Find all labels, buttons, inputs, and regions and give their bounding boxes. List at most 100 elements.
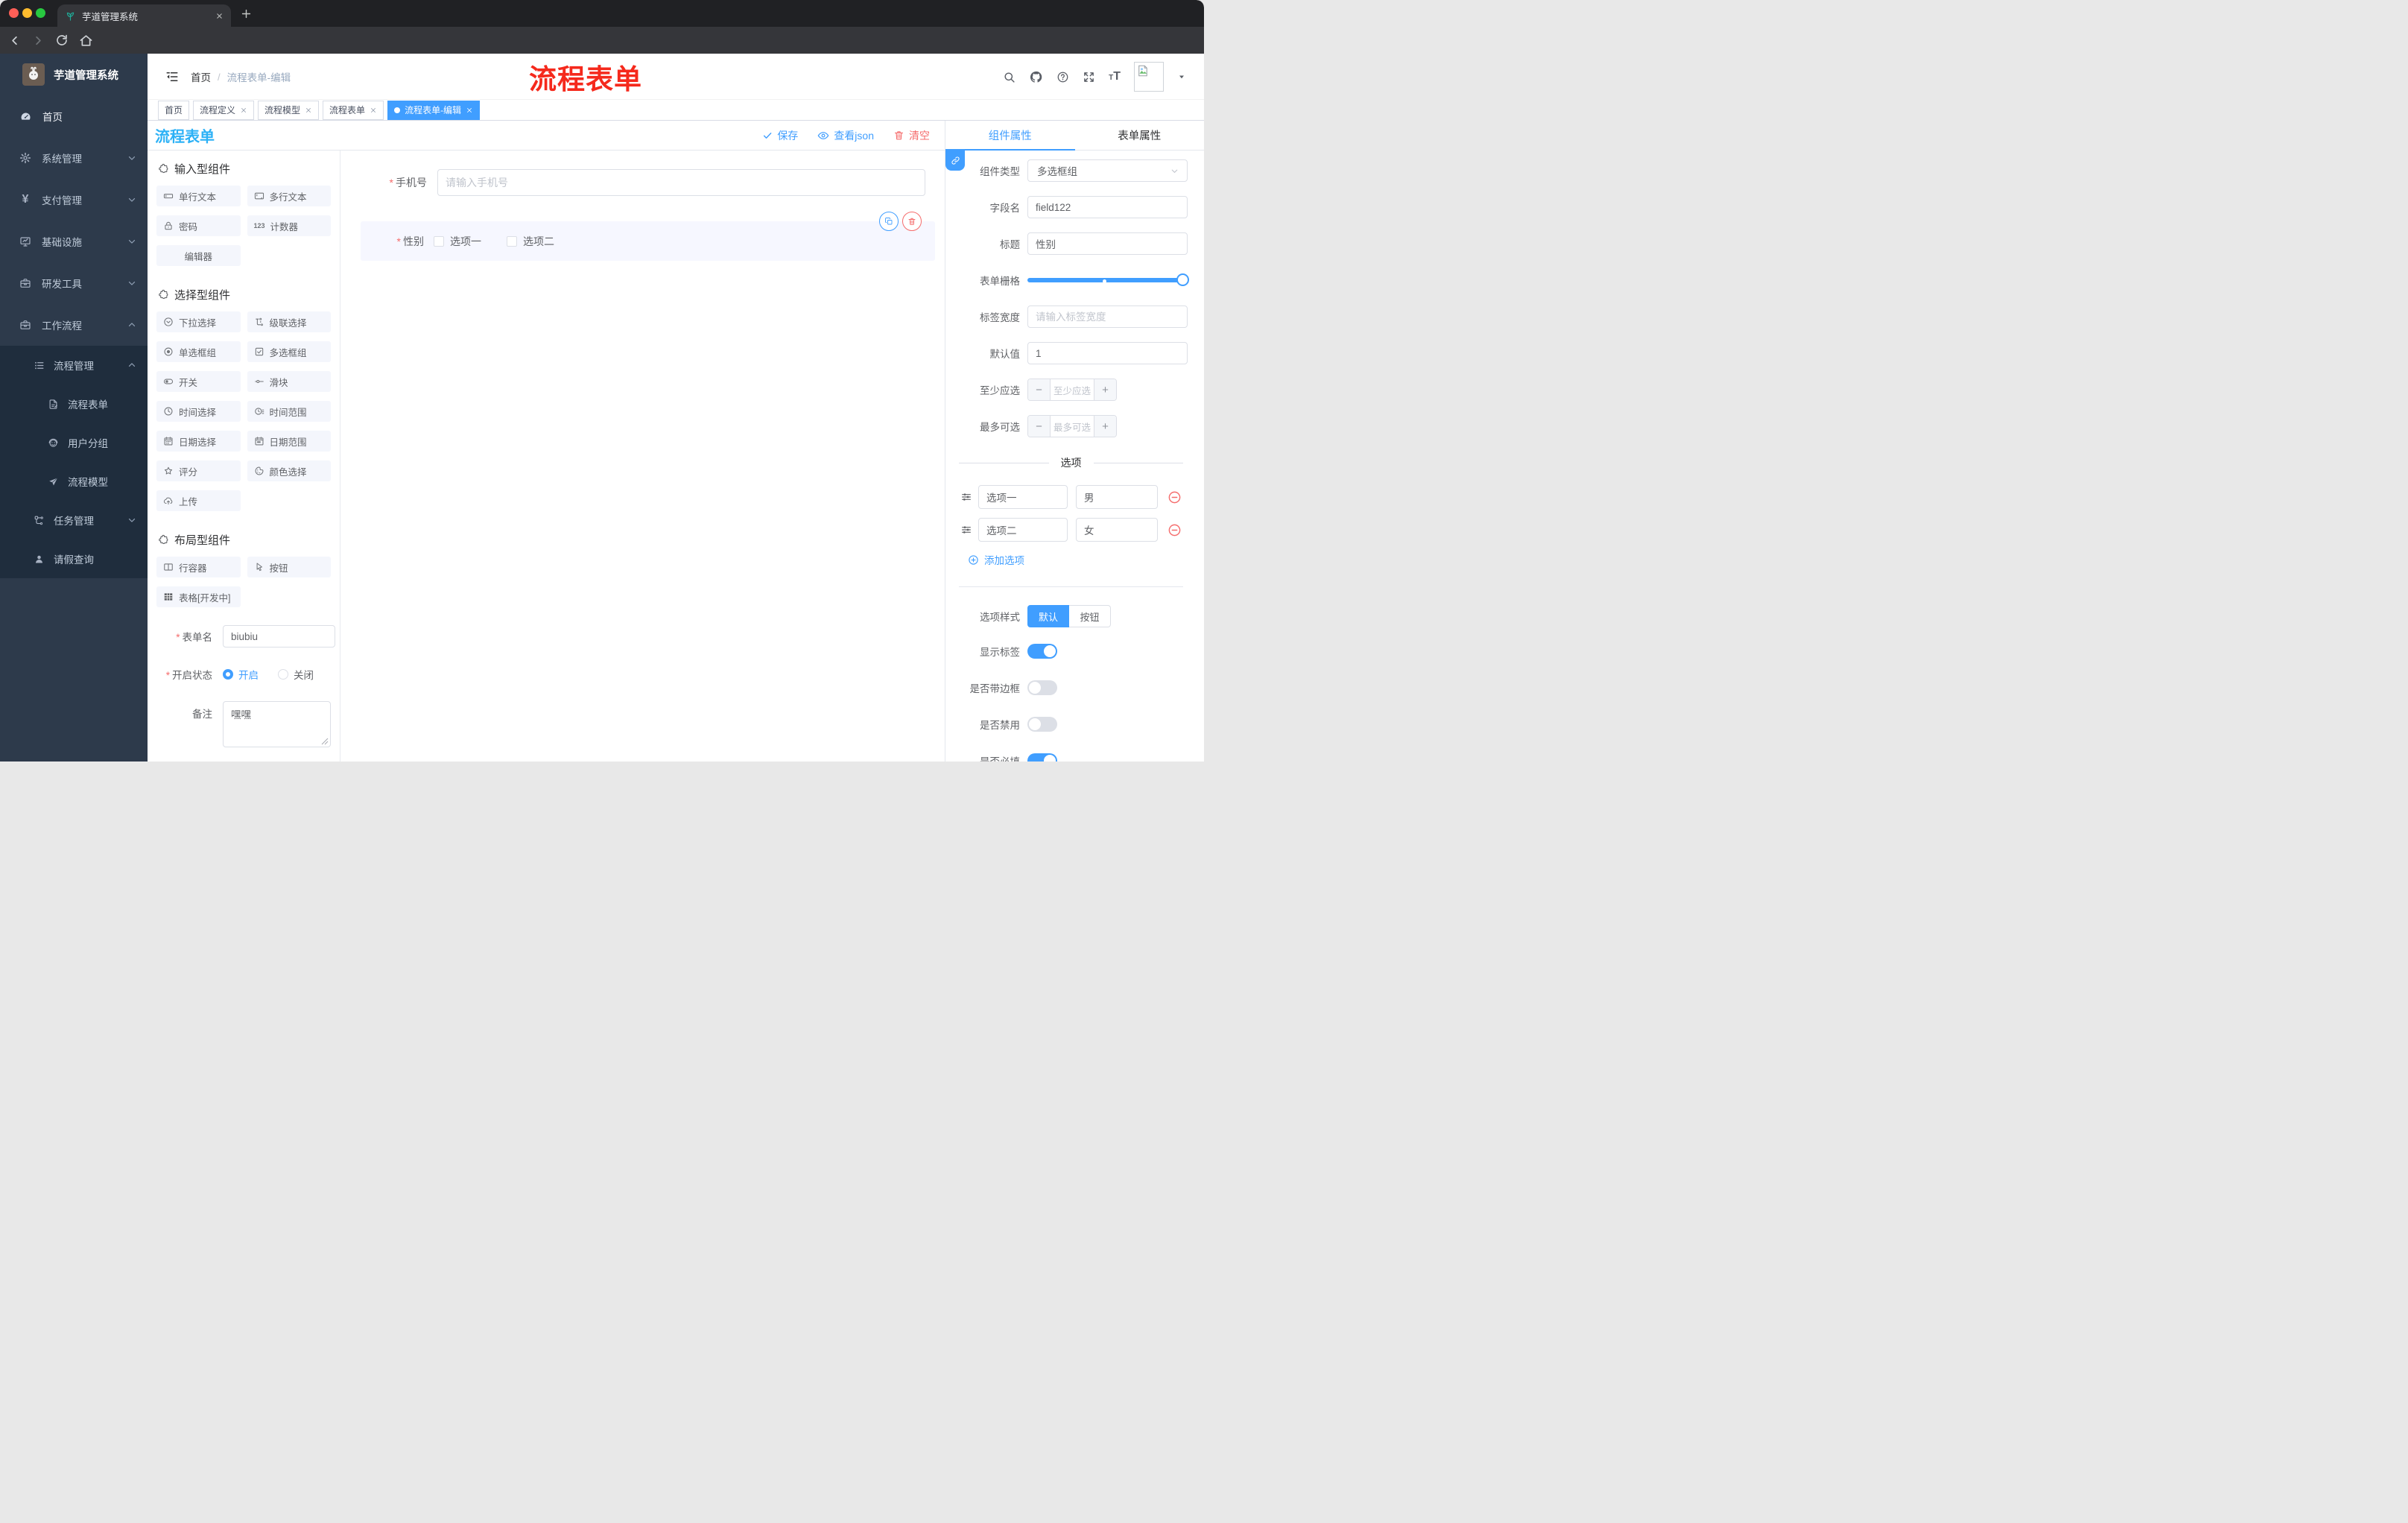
new-tab-icon[interactable] (240, 7, 253, 20)
sidebar-item-devtools[interactable]: 研发工具 (0, 262, 148, 304)
component-single-line-text[interactable]: 单行文本 (156, 186, 241, 206)
component-date-range[interactable]: 日期范围 (247, 431, 331, 452)
drawer-link-handle[interactable] (945, 151, 965, 171)
traffic-zoom-button[interactable] (36, 8, 45, 18)
add-option-button[interactable]: 添加选项 (968, 552, 1188, 567)
sidebar-item-workflow[interactable]: 工作流程 (0, 304, 148, 346)
slider-handle[interactable] (1176, 273, 1189, 286)
default-value-input[interactable] (1027, 342, 1188, 364)
drag-handle-icon[interactable] (960, 524, 972, 536)
component-time-range[interactable]: 时间范围 (247, 401, 331, 422)
tag-process-form-edit[interactable]: 流程表单-编辑 (387, 100, 481, 120)
stepper-plus-button[interactable]: + (1094, 379, 1116, 400)
status-radio-on[interactable] (223, 669, 233, 680)
phone-field-input[interactable] (437, 169, 925, 196)
form-grid-slider[interactable] (1027, 269, 1189, 291)
traffic-minimize-button[interactable] (22, 8, 32, 18)
tag-process-model[interactable]: 流程模型 (258, 100, 320, 120)
option-value-input[interactable] (1076, 518, 1158, 542)
sidebar-logo[interactable]: 芋道管理系统 (0, 54, 148, 95)
save-button[interactable]: 保存 (762, 128, 798, 143)
component-radio-group[interactable]: 单选框组 (156, 341, 241, 362)
tag-close-icon[interactable] (305, 107, 312, 114)
duplicate-field-button[interactable] (879, 212, 899, 231)
form-name-input[interactable] (223, 625, 335, 647)
tab-close-icon[interactable] (215, 12, 224, 20)
component-checkbox-group[interactable]: 多选框组 (247, 341, 331, 362)
tag-process-form[interactable]: 流程表单 (323, 100, 384, 120)
stepper-placeholder[interactable]: 最多可选 (1051, 416, 1094, 437)
component-color-picker[interactable]: 颜色选择 (247, 460, 331, 481)
sidebar-item-process-mgmt[interactable]: 流程管理 (0, 346, 148, 384)
component-rate[interactable]: 评分 (156, 460, 241, 481)
style-button-button[interactable]: 按钮 (1069, 605, 1111, 627)
border-switch[interactable] (1027, 680, 1057, 695)
component-time-picker[interactable]: 时间选择 (156, 401, 241, 422)
component-row-container[interactable]: 行容器 (156, 557, 241, 577)
fullscreen-icon[interactable] (1083, 71, 1095, 83)
gender-option-1[interactable]: 选项一 (434, 234, 481, 249)
home-icon[interactable] (79, 34, 93, 48)
stepper-placeholder[interactable]: 至少应选 (1051, 379, 1094, 400)
component-type-select[interactable]: 多选框组 (1027, 159, 1188, 182)
component-button[interactable]: 按钮 (247, 557, 331, 577)
delete-field-button[interactable] (902, 212, 922, 231)
status-on-label[interactable]: 开启 (238, 667, 259, 682)
sidebar-item-infra[interactable]: 基础设施 (0, 221, 148, 262)
view-json-button[interactable]: 查看json (817, 128, 874, 143)
back-icon[interactable] (7, 34, 22, 48)
font-size-icon[interactable]: TT (1109, 71, 1121, 83)
sidebar-item-task-mgmt[interactable]: 任务管理 (0, 501, 148, 539)
traffic-close-button[interactable] (9, 8, 19, 18)
canvas-field-gender-selected[interactable]: * 性别 选项一 选项二 (361, 212, 935, 261)
component-switch[interactable]: 开关 (156, 371, 241, 392)
checkbox-icon[interactable] (507, 235, 517, 247)
status-radio-off[interactable] (278, 669, 288, 680)
tab-component-props[interactable]: 组件属性 (945, 121, 1075, 150)
form-remark-textarea[interactable]: 嘿嘿 (223, 701, 331, 747)
sidebar-item-user-group[interactable]: 用户分组 (0, 423, 148, 462)
github-icon[interactable] (1029, 70, 1043, 84)
component-password[interactable]: 密码 (156, 215, 241, 236)
sidebar-collapse-icon[interactable] (165, 70, 179, 83)
sidebar-item-system[interactable]: 系统管理 (0, 137, 148, 179)
form-canvas[interactable]: *手机号 *性别 选项一 选项二 (340, 151, 945, 762)
component-upload[interactable]: 上传 (156, 490, 241, 511)
component-cascader[interactable]: 级联选择 (247, 311, 331, 332)
stepper-plus-button[interactable]: + (1094, 416, 1116, 437)
sidebar-item-leave-query[interactable]: 请假查询 (0, 539, 148, 578)
stepper-minus-button[interactable]: − (1028, 416, 1051, 437)
option-label-input[interactable] (978, 518, 1068, 542)
option-value-input[interactable] (1076, 485, 1158, 509)
required-switch[interactable] (1027, 753, 1057, 762)
browser-tab[interactable]: 芋道管理系统 (57, 4, 231, 27)
tag-close-icon[interactable] (370, 107, 377, 114)
sidebar-item-payment[interactable]: ¥ 支付管理 (0, 179, 148, 221)
component-editor[interactable]: 编辑器 (156, 245, 241, 266)
reload-icon[interactable] (55, 34, 69, 47)
canvas-field-phone[interactable]: * 手机号 (340, 169, 925, 196)
drag-handle-icon[interactable] (960, 491, 972, 503)
remove-option-icon[interactable] (1167, 490, 1182, 504)
tag-process-definition[interactable]: 流程定义 (193, 100, 255, 120)
disabled-switch[interactable] (1027, 717, 1057, 732)
user-avatar[interactable] (1134, 62, 1164, 92)
show-label-switch[interactable] (1027, 644, 1057, 659)
status-off-label[interactable]: 关闭 (294, 667, 314, 682)
tab-form-props[interactable]: 表单属性 (1075, 121, 1205, 150)
option-label-input[interactable] (978, 485, 1068, 509)
stepper-minus-button[interactable]: − (1028, 379, 1051, 400)
remove-option-icon[interactable] (1167, 523, 1182, 537)
component-select[interactable]: 下拉选择 (156, 311, 241, 332)
component-slider[interactable]: 滑块 (247, 371, 331, 392)
sidebar-item-process-model[interactable]: 流程模型 (0, 462, 148, 501)
title-input[interactable] (1027, 232, 1188, 255)
breadcrumb-home[interactable]: 首页 (191, 69, 211, 84)
field-name-input[interactable] (1027, 196, 1188, 218)
sidebar-item-process-form[interactable]: 流程表单 (0, 384, 148, 423)
resize-grip-icon[interactable] (321, 738, 329, 745)
component-multi-line-text[interactable]: 多行文本 (247, 186, 331, 206)
sidebar-item-home[interactable]: 首页 (0, 95, 148, 137)
tag-close-icon[interactable] (466, 107, 473, 114)
checkbox-icon[interactable] (434, 235, 444, 247)
